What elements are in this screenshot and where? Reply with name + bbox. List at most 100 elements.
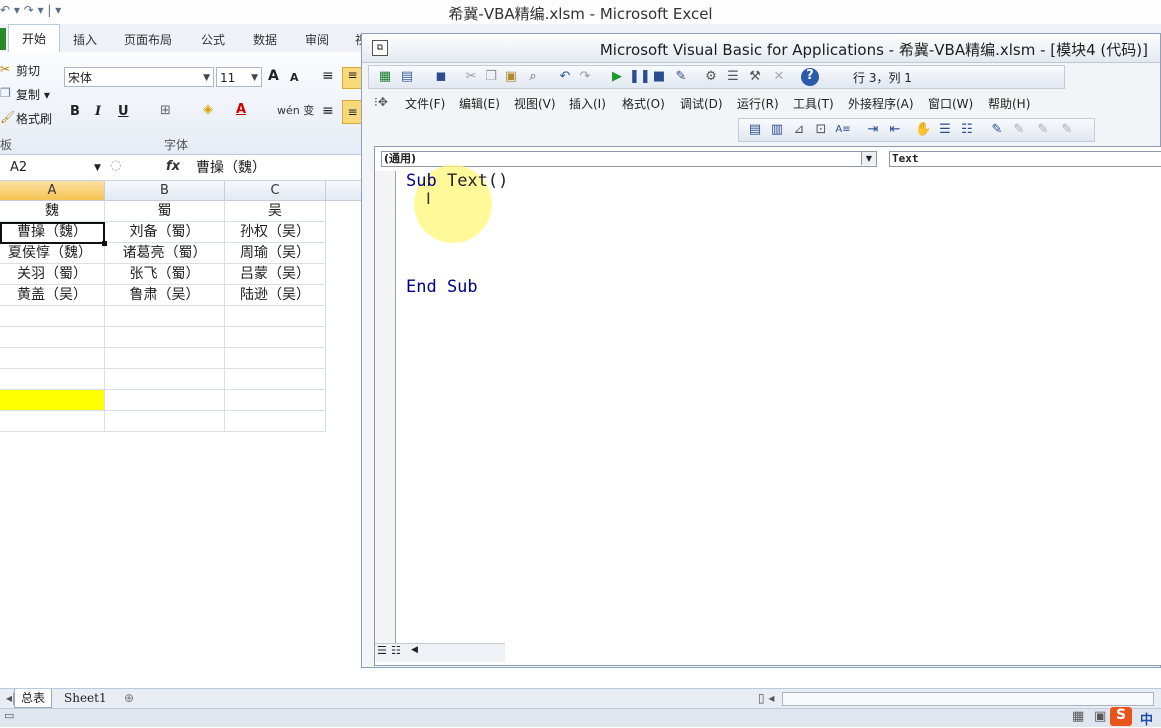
cell-a1[interactable]: 魏: [0, 201, 105, 222]
toolbox-icon[interactable]: ✕: [771, 69, 787, 85]
column-header-a[interactable]: A: [0, 181, 105, 201]
code-margin[interactable]: [375, 171, 396, 643]
sheet-tab-summary[interactable]: 总表: [14, 689, 53, 708]
save-icon[interactable]: ◼: [433, 69, 449, 85]
menu-format[interactable]: 格式(O): [622, 95, 665, 112]
fill-color-icon[interactable]: ◈: [203, 102, 213, 117]
name-box[interactable]: A2 ▼: [0, 158, 104, 178]
empty-cell[interactable]: [105, 369, 225, 390]
code-horizontal-scrollbar[interactable]: ☰ ☷ ◀: [375, 643, 505, 662]
italic-button[interactable]: I: [95, 104, 101, 119]
cell-c5[interactable]: 陆逊（吴）: [225, 285, 326, 306]
insert-module-icon[interactable]: ▤: [399, 69, 415, 85]
view-excel-icon[interactable]: ▦: [377, 69, 393, 85]
new-sheet-icon[interactable]: ⊕: [118, 689, 140, 707]
sogou-ime-icon[interactable]: S: [1110, 707, 1132, 726]
underline-button[interactable]: U: [118, 104, 129, 119]
copy-icon[interactable]: ❐: [483, 69, 499, 85]
empty-cell[interactable]: [225, 390, 326, 411]
help-icon[interactable]: ?: [801, 68, 819, 86]
align-left-icon[interactable]: ≡: [322, 103, 334, 119]
cell-a3[interactable]: 夏侯惇（魏）: [0, 243, 105, 264]
code-line-sub[interactable]: Sub Text(): [406, 171, 508, 191]
sheet-tab-sheet1[interactable]: Sheet1: [58, 689, 113, 707]
column-header-c[interactable]: C: [225, 181, 326, 201]
empty-cell[interactable]: [0, 369, 105, 390]
menu-edit[interactable]: 编辑(E): [459, 95, 500, 112]
cell-c3[interactable]: 周瑜（吴）: [225, 243, 326, 264]
undo-icon[interactable]: ↶: [557, 69, 573, 85]
normal-view-icon[interactable]: ▦: [1072, 709, 1084, 724]
empty-cell[interactable]: [105, 411, 225, 432]
page-layout-view-icon[interactable]: ▣: [1094, 709, 1106, 724]
formula-input[interactable]: 曹操（魏）: [196, 158, 266, 178]
menu-window[interactable]: 窗口(W): [928, 95, 973, 112]
tab-data[interactable]: 数据: [253, 31, 277, 48]
file-tab-edge[interactable]: [0, 28, 6, 50]
run-icon[interactable]: ▶: [609, 69, 625, 85]
design-mode-icon[interactable]: ✎: [673, 69, 689, 85]
bold-button[interactable]: B: [70, 104, 80, 119]
empty-cell[interactable]: [105, 348, 225, 369]
list-properties-icon[interactable]: ▤: [747, 122, 763, 138]
full-module-view-icon[interactable]: ☷: [391, 644, 401, 657]
empty-cell[interactable]: [0, 348, 105, 369]
cut-icon[interactable]: ✂: [463, 69, 479, 85]
cell-c4[interactable]: 吕蒙（吴）: [225, 264, 326, 285]
phonetic-button[interactable]: wén 变: [277, 102, 314, 118]
align-top-icon[interactable]: ≡: [322, 68, 334, 84]
empty-cell[interactable]: [225, 327, 326, 348]
ime-mode-label[interactable]: 中: [1140, 709, 1153, 728]
highlighted-cell[interactable]: [0, 390, 105, 411]
cell-b3[interactable]: 诸葛亮（蜀）: [105, 243, 225, 264]
horizontal-scrollbar[interactable]: [782, 692, 1154, 706]
menu-debug[interactable]: 调试(D): [680, 95, 723, 112]
active-cell-outline[interactable]: [0, 222, 107, 246]
redo-icon[interactable]: ↷: [577, 69, 593, 85]
hscroll-split-icon[interactable]: ▯ ◂: [752, 689, 780, 707]
menu-help[interactable]: 帮助(H): [988, 95, 1030, 112]
comment-block-icon[interactable]: ☰: [937, 122, 953, 138]
object-browser-icon[interactable]: ⚒: [747, 69, 763, 85]
border-icon[interactable]: ⊞: [160, 103, 171, 118]
chevron-down-icon[interactable]: ▼: [861, 152, 876, 165]
font-color-icon[interactable]: A: [236, 102, 246, 117]
tab-review[interactable]: 审阅: [305, 31, 329, 48]
project-explorer-icon[interactable]: ⚙: [703, 69, 719, 85]
font-size-combo[interactable]: 11 ▼: [216, 67, 262, 87]
chevron-down-icon[interactable]: ▼: [203, 68, 210, 88]
empty-cell[interactable]: [105, 327, 225, 348]
uncomment-block-icon[interactable]: ☷: [959, 122, 975, 138]
empty-cell[interactable]: [105, 390, 225, 411]
indent-icon[interactable]: ⇥: [865, 122, 881, 138]
complete-word-icon[interactable]: A≡: [835, 122, 851, 138]
procedure-view-icon[interactable]: ☰: [377, 644, 387, 657]
menu-tools[interactable]: 工具(T): [793, 95, 834, 112]
pause-icon[interactable]: ❚❚: [629, 69, 651, 85]
cell-b4[interactable]: 张飞（蜀）: [105, 264, 225, 285]
menu-insert[interactable]: 插入(I): [569, 95, 606, 112]
empty-cell[interactable]: [225, 306, 326, 327]
menu-file[interactable]: 文件(F): [405, 95, 445, 112]
shrink-font-button[interactable]: A: [290, 71, 299, 84]
menu-run[interactable]: 运行(R): [737, 95, 779, 112]
font-name-combo[interactable]: 宋体 ▼: [64, 67, 214, 87]
cell-b1[interactable]: 蜀: [105, 201, 225, 222]
align-middle-icon[interactable]: ≡: [342, 67, 363, 89]
empty-cell[interactable]: [0, 327, 105, 348]
align-center-icon[interactable]: ≡: [342, 100, 363, 124]
next-bookmark-icon[interactable]: ✎: [1011, 122, 1027, 138]
list-constants-icon[interactable]: ▥: [769, 122, 785, 138]
code-editor[interactable]: Sub Text() I End Sub: [396, 165, 1161, 643]
empty-cell[interactable]: [225, 369, 326, 390]
cell-c1[interactable]: 吴: [225, 201, 326, 222]
vba-window-icon[interactable]: ⧉: [372, 40, 388, 56]
code-line-end-sub[interactable]: End Sub: [406, 277, 478, 297]
format-painter-button[interactable]: 格式刷: [16, 110, 52, 127]
empty-cell[interactable]: [0, 411, 105, 432]
paste-icon[interactable]: ▣: [503, 69, 519, 85]
empty-cell[interactable]: [105, 306, 225, 327]
procedure-combo[interactable]: Text: [889, 151, 1161, 167]
tab-home[interactable]: 开始: [8, 24, 60, 53]
worksheet-grid[interactable]: A B C 魏 蜀 吴 曹操（魏） 刘备（蜀） 孙权（吴） 夏侯惇（魏） 诸葛亮…: [0, 181, 361, 686]
